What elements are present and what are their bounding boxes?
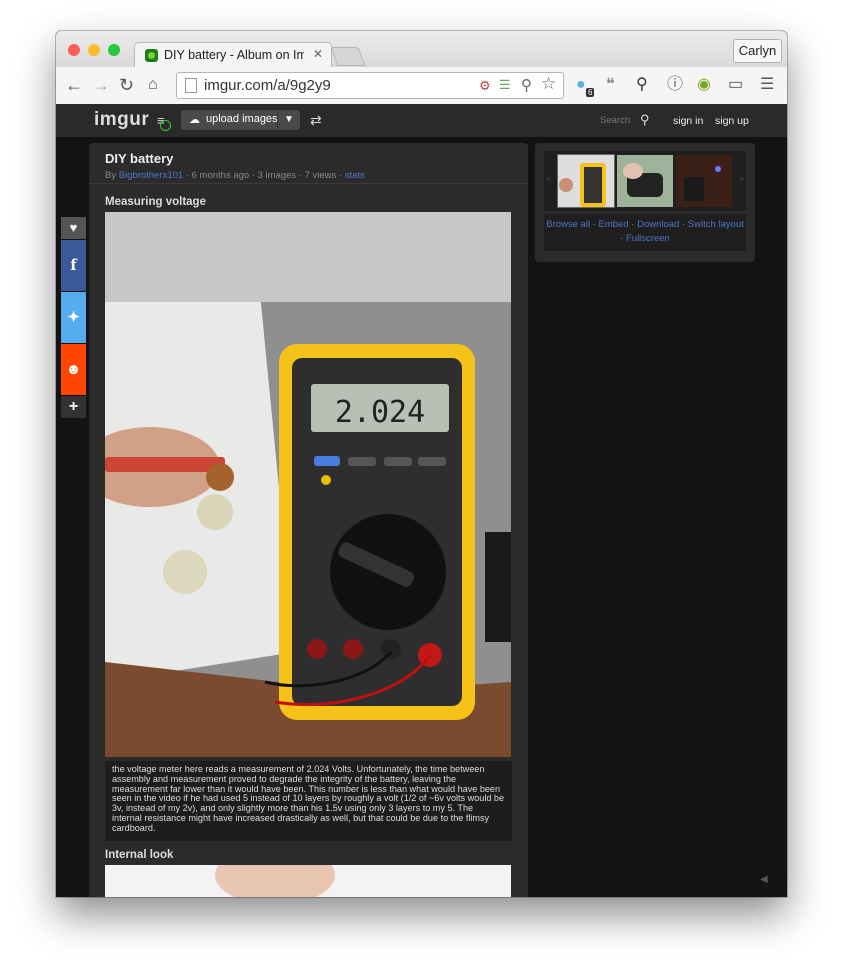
star-icon[interactable]: ☆ bbox=[541, 74, 556, 94]
sign-up-link[interactable]: sign up bbox=[715, 115, 749, 127]
image-caption: the voltage meter here reads a measureme… bbox=[105, 761, 512, 841]
sign-in-link[interactable]: sign in bbox=[673, 115, 703, 127]
magnifier-icon[interactable]: ⚲ bbox=[521, 76, 532, 94]
minimize-window-button[interactable] bbox=[88, 44, 100, 56]
chevron-down-icon[interactable]: ▼ bbox=[277, 110, 300, 130]
facebook-icon[interactable]: f bbox=[61, 240, 86, 291]
imgur-topnav: imgur ≡ ☁ upload images ▼ ⇄ Search ⚲ sig… bbox=[56, 104, 787, 137]
zoom-window-button[interactable] bbox=[108, 44, 120, 56]
tab-title: DIY battery - Album on Imgur bbox=[164, 48, 304, 62]
embed-link[interactable]: Embed bbox=[599, 219, 629, 230]
twitter-icon[interactable]: ✦ bbox=[61, 292, 86, 343]
cast-icon[interactable]: ▭ bbox=[728, 76, 743, 94]
fullscreen-link[interactable]: Fullscreen bbox=[626, 233, 670, 244]
info-icon[interactable]: ⓘ bbox=[667, 76, 683, 94]
thumb-next-icon[interactable]: » bbox=[739, 173, 744, 183]
thumb-prev-icon[interactable]: « bbox=[546, 173, 551, 183]
url-text[interactable]: imgur.com/a/9g2y9 bbox=[204, 77, 331, 94]
page-icon bbox=[185, 78, 197, 93]
author-link[interactable]: Bigbrotherx101 bbox=[119, 170, 183, 181]
switch-layout-link[interactable]: Switch layout bbox=[688, 219, 744, 230]
share-sidebar: ♥ f ✦ ☻ + bbox=[61, 217, 86, 419]
upload-images-button[interactable]: ☁ upload images ▼ bbox=[181, 110, 300, 130]
stats-link[interactable]: stats bbox=[345, 170, 365, 181]
menu-icon[interactable]: ☰ bbox=[760, 76, 774, 94]
ghostery-icon[interactable]: ● bbox=[576, 76, 586, 94]
album-meta: By Bigbrotherx101 · 6 months ago · 3 ima… bbox=[105, 170, 365, 181]
back-icon[interactable]: ← bbox=[65, 75, 83, 95]
multimeter-photo[interactable]: 2.024 bbox=[105, 212, 511, 757]
thumbnail-1[interactable] bbox=[557, 154, 615, 208]
title-bar: DIY battery - Album on Imgur ✕ Carlyn bbox=[56, 31, 787, 68]
shuffle-icon[interactable]: ⇄ bbox=[310, 112, 322, 129]
meta-text: · 6 months ago · 3 images · 7 views · bbox=[183, 170, 345, 181]
color-icon[interactable]: ◉ bbox=[697, 76, 711, 94]
search-label[interactable]: Search bbox=[600, 115, 630, 126]
separator: · bbox=[628, 219, 638, 230]
tab-close-icon[interactable]: ✕ bbox=[313, 47, 323, 61]
extension-icon[interactable]: ⚙ bbox=[479, 78, 491, 94]
meter-reading: 2.024 bbox=[335, 395, 425, 430]
internal-look-photo[interactable] bbox=[105, 845, 511, 897]
close-window-button[interactable] bbox=[68, 44, 80, 56]
heart-icon[interactable]: ♥ bbox=[61, 217, 86, 239]
album-navigator: « » Browse all · Embed · Download · Swit… bbox=[535, 143, 755, 262]
album-title: DIY battery bbox=[105, 151, 174, 166]
forward-icon[interactable]: → bbox=[92, 75, 110, 95]
collapse-arrow-icon[interactable]: ◀ bbox=[760, 874, 768, 885]
imgur-favicon-icon bbox=[145, 49, 158, 62]
address-bar[interactable]: imgur.com/a/9g2y9 ⚙ ☰ ⚲ ☆ bbox=[176, 72, 564, 99]
thumbnail-2[interactable] bbox=[617, 155, 673, 207]
rss-icon[interactable]: ☰ bbox=[499, 77, 511, 93]
imgur-logo[interactable]: imgur bbox=[94, 109, 149, 131]
thumbnail-3[interactable] bbox=[676, 155, 732, 207]
by-label: By bbox=[105, 170, 117, 181]
extension-badge: 6 bbox=[586, 88, 595, 97]
reddit-icon[interactable]: ☻ bbox=[61, 344, 86, 395]
separator: · bbox=[679, 219, 688, 230]
chat-icon[interactable]: ❝ bbox=[606, 76, 615, 94]
reload-icon[interactable]: ↻ bbox=[119, 75, 134, 95]
new-tab-button[interactable] bbox=[330, 47, 366, 66]
header-divider bbox=[89, 183, 528, 184]
image-title: Measuring voltage bbox=[105, 196, 206, 208]
imgur-page: imgur ≡ ☁ upload images ▼ ⇄ Search ⚲ sig… bbox=[56, 104, 787, 897]
plus-icon[interactable]: + bbox=[61, 396, 86, 418]
upload-label: upload images bbox=[206, 113, 278, 125]
thumbnail-strip: « » bbox=[544, 151, 746, 211]
browser-toolbar: ← → ↻ ⌂ imgur.com/a/9g2y9 ⚙ ☰ ⚲ ☆ ● 6 ❝ … bbox=[56, 67, 787, 105]
nav-search-icon[interactable]: ⚲ bbox=[640, 112, 650, 128]
album-panel: DIY battery By Bigbrotherx101 · 6 months… bbox=[89, 143, 528, 897]
browser-tab[interactable]: DIY battery - Album on Imgur ✕ bbox=[134, 42, 332, 68]
home-icon[interactable]: ⌂ bbox=[148, 75, 158, 95]
download-link[interactable]: Download bbox=[637, 219, 679, 230]
image-title-2: Internal look bbox=[105, 849, 174, 861]
notification-dot-icon bbox=[160, 120, 171, 131]
browser-window: DIY battery - Album on Imgur ✕ Carlyn ← … bbox=[56, 31, 787, 897]
separator: · bbox=[590, 219, 599, 230]
profile-button[interactable]: Carlyn bbox=[733, 39, 782, 63]
album-actions: Browse all · Embed · Download · Switch l… bbox=[544, 214, 746, 251]
cloud-icon: ☁ bbox=[189, 114, 200, 126]
browse-all-link[interactable]: Browse all bbox=[546, 219, 590, 230]
search-icon[interactable]: ⚲ bbox=[636, 76, 648, 94]
